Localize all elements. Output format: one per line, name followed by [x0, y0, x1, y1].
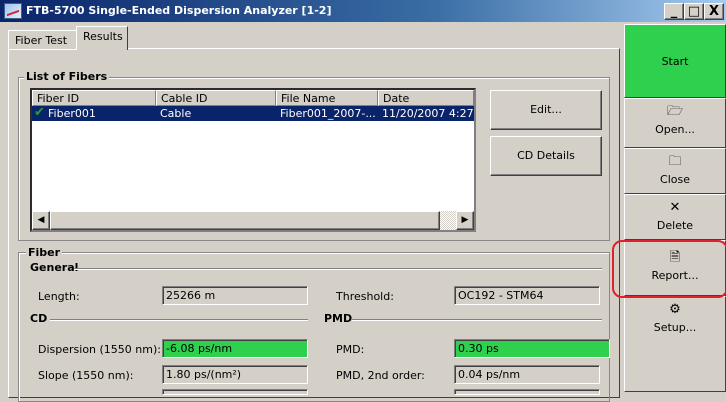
pmd-2nd-order-label: PMD, 2nd order:	[336, 369, 425, 382]
cell-fiber-id: Fiber001	[48, 107, 96, 120]
column-header-file-name[interactable]: File Name	[276, 90, 378, 106]
pmd-2nd-order-field: 0.04 ps/nm	[454, 365, 600, 384]
report-highlight-ring	[612, 240, 726, 298]
tab-fiber-test[interactable]: Fiber Test	[8, 30, 78, 50]
edit-button[interactable]: Edit...	[490, 90, 602, 130]
fiber-list[interactable]: Fiber ID Cable ID File Name Date ✔ Fiber…	[30, 88, 476, 232]
scroll-right-button[interactable]: ▶	[456, 211, 474, 230]
scroll-left-button[interactable]: ◀	[32, 211, 50, 230]
pmd-title: PMD	[322, 312, 355, 325]
cell-file-name: Fiber001_2007-...	[280, 107, 376, 120]
minimize-button[interactable]: _	[664, 3, 684, 20]
app-icon	[4, 3, 22, 19]
pmd-field: 0.30 ps	[454, 339, 610, 358]
list-of-fibers-title: List of Fibers	[24, 70, 110, 83]
delete-button[interactable]: ✕ Delete	[624, 194, 726, 240]
closed-folder-icon: 🗀	[668, 154, 682, 169]
start-button[interactable]: Start	[624, 24, 726, 98]
open-folder-icon: 🗁	[666, 104, 684, 119]
close-button[interactable]: 🗀 Close	[624, 148, 726, 194]
column-header-cable-id[interactable]: Cable ID	[156, 90, 276, 106]
threshold-field: OC192 - STM64	[454, 286, 600, 305]
open-label: Open...	[655, 123, 695, 136]
delete-x-icon: ✕	[669, 200, 681, 215]
fiber-title: Fiber	[26, 246, 63, 259]
column-header-date[interactable]: Date	[378, 90, 474, 106]
pmd-divider	[352, 319, 602, 321]
column-header-fiber-id[interactable]: Fiber ID	[32, 90, 156, 106]
open-button[interactable]: 🗁 Open...	[624, 98, 726, 148]
length-field: 25266 m	[162, 286, 308, 305]
slope-label: Slope (1550 nm):	[38, 369, 134, 382]
close-label: Close	[660, 173, 690, 186]
delete-label: Delete	[656, 219, 694, 232]
setup-button[interactable]: ⚙ Setup...	[624, 296, 726, 392]
threshold-label: Threshold:	[336, 290, 394, 303]
dispersion-field: -6.08 ps/nm	[162, 339, 308, 358]
cd-title: CD	[28, 312, 50, 325]
setup-icon: ⚙	[669, 302, 681, 317]
pmd-label: PMD:	[336, 343, 365, 356]
cd-divider	[50, 319, 308, 321]
cd-details-button[interactable]: CD Details	[490, 136, 602, 176]
length-label: Length:	[38, 290, 80, 303]
close-window-button[interactable]: X	[704, 3, 724, 20]
cell-date: 11/20/2007 4:27:5	[382, 107, 474, 120]
setup-label: Setup...	[653, 321, 697, 334]
scrollbar-thumb[interactable]	[50, 211, 440, 230]
dispersion-label: Dispersion (1550 nm):	[38, 343, 161, 356]
window-title: FTB-5700 Single-Ended Dispersion Analyze…	[26, 4, 332, 17]
partial-field	[454, 389, 600, 395]
tab-results[interactable]: Results	[76, 26, 128, 50]
cell-cable-id: Cable	[160, 107, 192, 120]
partial-field	[162, 389, 308, 395]
table-row[interactable]: ✔ Fiber001 Cable Fiber001_2007-... 11/20…	[32, 105, 474, 121]
general-title: General	[28, 261, 81, 274]
general-divider	[74, 268, 602, 270]
maximize-button[interactable]: □	[684, 3, 704, 20]
slope-field: 1.80 ps/(nm²)	[162, 365, 308, 384]
